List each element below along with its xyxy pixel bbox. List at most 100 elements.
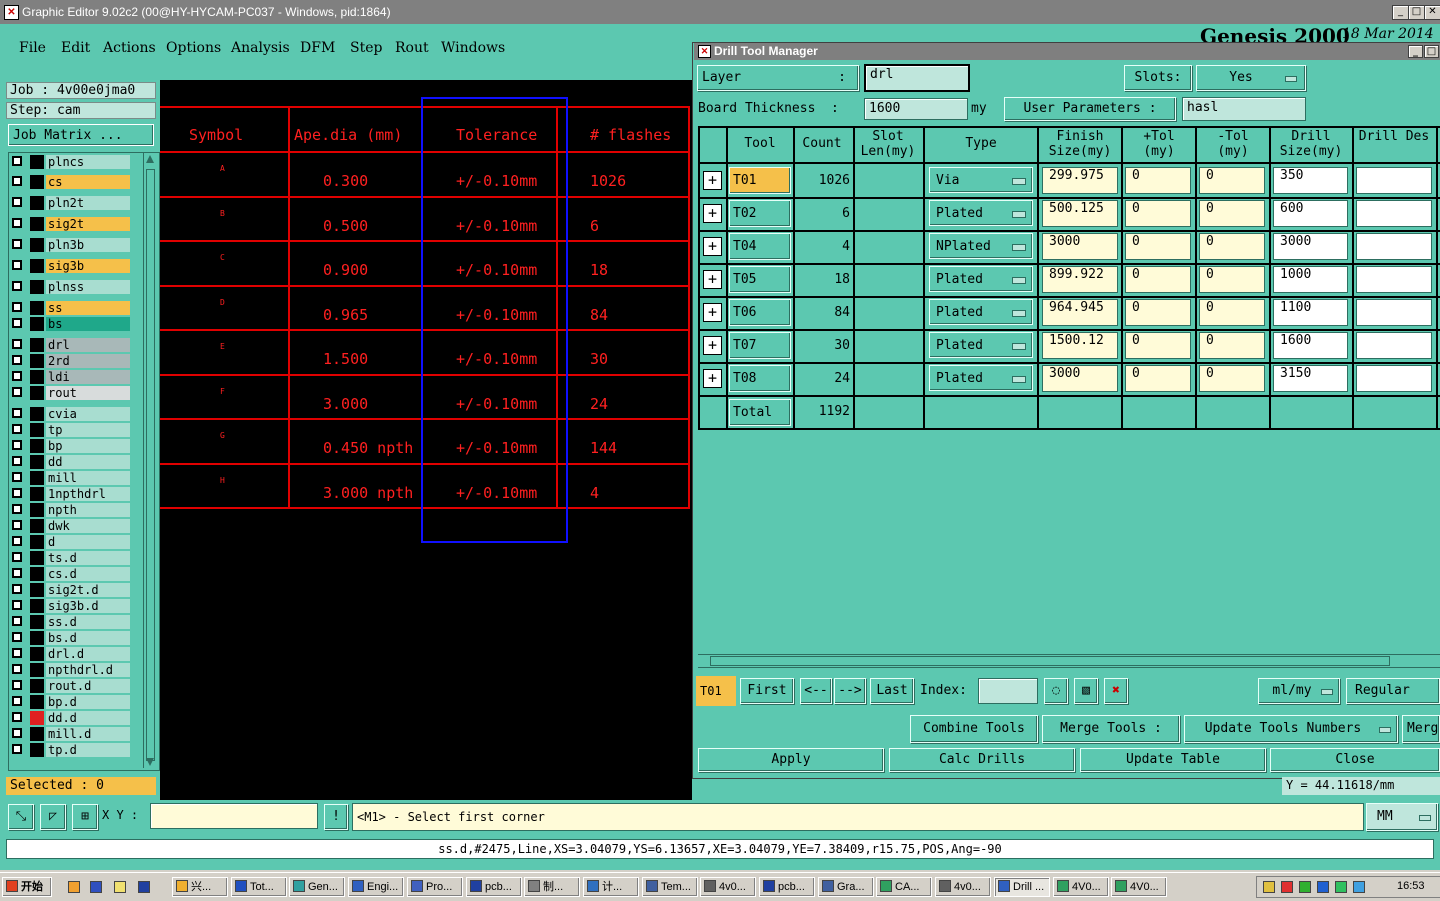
finish-size-field[interactable]: 299.975 bbox=[1042, 167, 1118, 194]
layer-checkbox[interactable] bbox=[12, 302, 22, 312]
layer-checkbox[interactable] bbox=[12, 197, 22, 207]
tool-type-dropdown[interactable]: Via bbox=[929, 167, 1033, 193]
update-tools-numbers-dropdown[interactable]: Update Tools Numbers bbox=[1184, 715, 1398, 743]
layer-row[interactable]: dd.d bbox=[12, 711, 132, 725]
save-icon[interactable] bbox=[138, 881, 150, 893]
minus-tol-field[interactable]: 0 bbox=[1199, 167, 1265, 194]
layer-name[interactable]: pln2t bbox=[46, 196, 130, 210]
layer-row[interactable]: bs.d bbox=[12, 631, 132, 645]
layer-checkbox[interactable] bbox=[12, 568, 22, 578]
layer-row[interactable]: cs.d bbox=[12, 567, 132, 581]
tool-type-dropdown[interactable]: Plated bbox=[929, 365, 1033, 391]
taskbar-item[interactable]: Drill ... bbox=[994, 877, 1050, 897]
layer-name[interactable]: bp bbox=[46, 439, 130, 453]
layer-row[interactable]: tp.d bbox=[12, 743, 132, 757]
drill-size-field[interactable]: 350 bbox=[1273, 167, 1348, 194]
layer-checkbox[interactable] bbox=[12, 472, 22, 482]
drill-des-field[interactable] bbox=[1356, 200, 1432, 227]
layer-name[interactable]: plncs bbox=[46, 155, 130, 169]
taskbar-item[interactable]: 4v0... bbox=[935, 877, 991, 897]
layer-field[interactable]: drl bbox=[864, 64, 970, 92]
layer-row[interactable]: dwk bbox=[12, 519, 132, 533]
layer-row[interactable]: d bbox=[12, 535, 132, 549]
layer-checkbox[interactable] bbox=[12, 552, 22, 562]
measure-icon[interactable]: ◸ bbox=[40, 804, 66, 830]
slots-dropdown[interactable]: Yes bbox=[1196, 65, 1306, 91]
layer-row[interactable]: 2rd bbox=[12, 354, 132, 368]
taskbar-item[interactable]: 兴... bbox=[172, 877, 228, 897]
layer-name[interactable]: mill.d bbox=[46, 727, 130, 741]
layer-row[interactable]: cvia bbox=[12, 407, 132, 421]
layer-checkbox[interactable] bbox=[12, 680, 22, 690]
tray-icon-1[interactable] bbox=[1263, 881, 1275, 893]
tool-button[interactable]: T08 bbox=[729, 365, 791, 392]
layer-row[interactable]: plnss bbox=[12, 280, 132, 294]
layer-row[interactable]: pln2t bbox=[12, 196, 132, 210]
units-select[interactable]: MM bbox=[1366, 803, 1438, 831]
next-button[interactable]: --> bbox=[834, 678, 866, 704]
expand-icon[interactable]: + bbox=[703, 369, 722, 388]
index-field[interactable] bbox=[978, 678, 1038, 704]
expand-icon[interactable]: + bbox=[703, 270, 722, 289]
layer-name[interactable]: d bbox=[46, 535, 130, 549]
layer-name[interactable]: drl.d bbox=[46, 647, 130, 661]
menu-rout[interactable]: Rout bbox=[395, 40, 429, 56]
taskbar-item[interactable]: 4v0... bbox=[700, 877, 756, 897]
layer-name[interactable]: dd bbox=[46, 455, 130, 469]
layer-name[interactable]: tp.d bbox=[46, 743, 130, 757]
layer-checkbox[interactable] bbox=[12, 744, 22, 754]
layer-row[interactable]: ss bbox=[12, 301, 132, 315]
browser-icon[interactable] bbox=[90, 881, 102, 893]
drill-size-field[interactable]: 3000 bbox=[1273, 233, 1348, 260]
layer-row[interactable]: bp.d bbox=[12, 695, 132, 709]
layer-checkbox[interactable] bbox=[12, 239, 22, 249]
taskbar-item[interactable]: 4V0... bbox=[1053, 877, 1109, 897]
grid-icon[interactable]: ⊞ bbox=[72, 804, 98, 830]
units-dropdown[interactable]: ml/my bbox=[1258, 678, 1340, 704]
layer-checkbox[interactable] bbox=[12, 260, 22, 270]
layer-name[interactable]: dwk bbox=[46, 519, 130, 533]
layer-checkbox[interactable] bbox=[12, 696, 22, 706]
layer-row[interactable]: ts.d bbox=[12, 551, 132, 565]
layer-row[interactable]: npth bbox=[12, 503, 132, 517]
notes-icon[interactable] bbox=[114, 881, 126, 893]
layer-name[interactable]: ts.d bbox=[46, 551, 130, 565]
menu-step[interactable]: Step bbox=[350, 40, 382, 56]
layer-row[interactable]: sig3b bbox=[12, 259, 132, 273]
plus-tol-field[interactable]: 0 bbox=[1125, 365, 1191, 392]
tool-button[interactable]: T07 bbox=[729, 332, 791, 359]
layer-checkbox[interactable] bbox=[12, 616, 22, 626]
scroll-down-arrow-icon[interactable] bbox=[146, 758, 154, 766]
layer-list-scrollbar[interactable] bbox=[143, 153, 156, 768]
layer-row[interactable]: bs bbox=[12, 317, 132, 331]
layer-row[interactable]: drl bbox=[12, 338, 132, 352]
drill-size-field[interactable]: 1600 bbox=[1273, 332, 1348, 359]
board-thickness-field[interactable]: 1600 bbox=[864, 98, 968, 120]
layer-checkbox[interactable] bbox=[12, 600, 22, 610]
taskbar-item[interactable]: Gen... bbox=[289, 877, 345, 897]
merge-button[interactable]: Merg bbox=[1402, 715, 1440, 743]
layer-checkbox[interactable] bbox=[12, 408, 22, 418]
layer-row[interactable]: plncs bbox=[12, 155, 132, 169]
mode-dropdown[interactable]: Regular bbox=[1346, 678, 1440, 704]
layer-row[interactable]: ldi bbox=[12, 370, 132, 384]
minimize-button[interactable]: _ bbox=[1392, 5, 1409, 20]
start-button[interactable]: 开始 bbox=[2, 877, 52, 897]
layer-name[interactable]: sig2t.d bbox=[46, 583, 130, 597]
plus-tol-field[interactable]: 0 bbox=[1125, 299, 1191, 326]
taskbar-item[interactable]: CA... bbox=[876, 877, 932, 897]
finish-size-field[interactable]: 3000 bbox=[1042, 233, 1118, 260]
minus-tol-field[interactable]: 0 bbox=[1199, 266, 1265, 293]
layer-checkbox[interactable] bbox=[12, 318, 22, 328]
update-table-button[interactable]: Update Table bbox=[1080, 748, 1266, 772]
dtm-minimize-button[interactable]: _ bbox=[1408, 45, 1423, 58]
layer-name[interactable]: cs.d bbox=[46, 567, 130, 581]
user-parameters-label[interactable]: User Parameters : bbox=[1004, 97, 1176, 121]
taskbar-item[interactable]: Engi... bbox=[348, 877, 404, 897]
minus-tol-field[interactable]: 0 bbox=[1199, 299, 1265, 326]
taskbar-item[interactable]: 计... bbox=[583, 877, 639, 897]
plus-tol-field[interactable]: 0 bbox=[1125, 200, 1191, 227]
layer-name[interactable]: ldi bbox=[46, 370, 130, 384]
expand-icon[interactable]: + bbox=[703, 303, 722, 322]
minus-tol-field[interactable]: 0 bbox=[1199, 233, 1265, 260]
